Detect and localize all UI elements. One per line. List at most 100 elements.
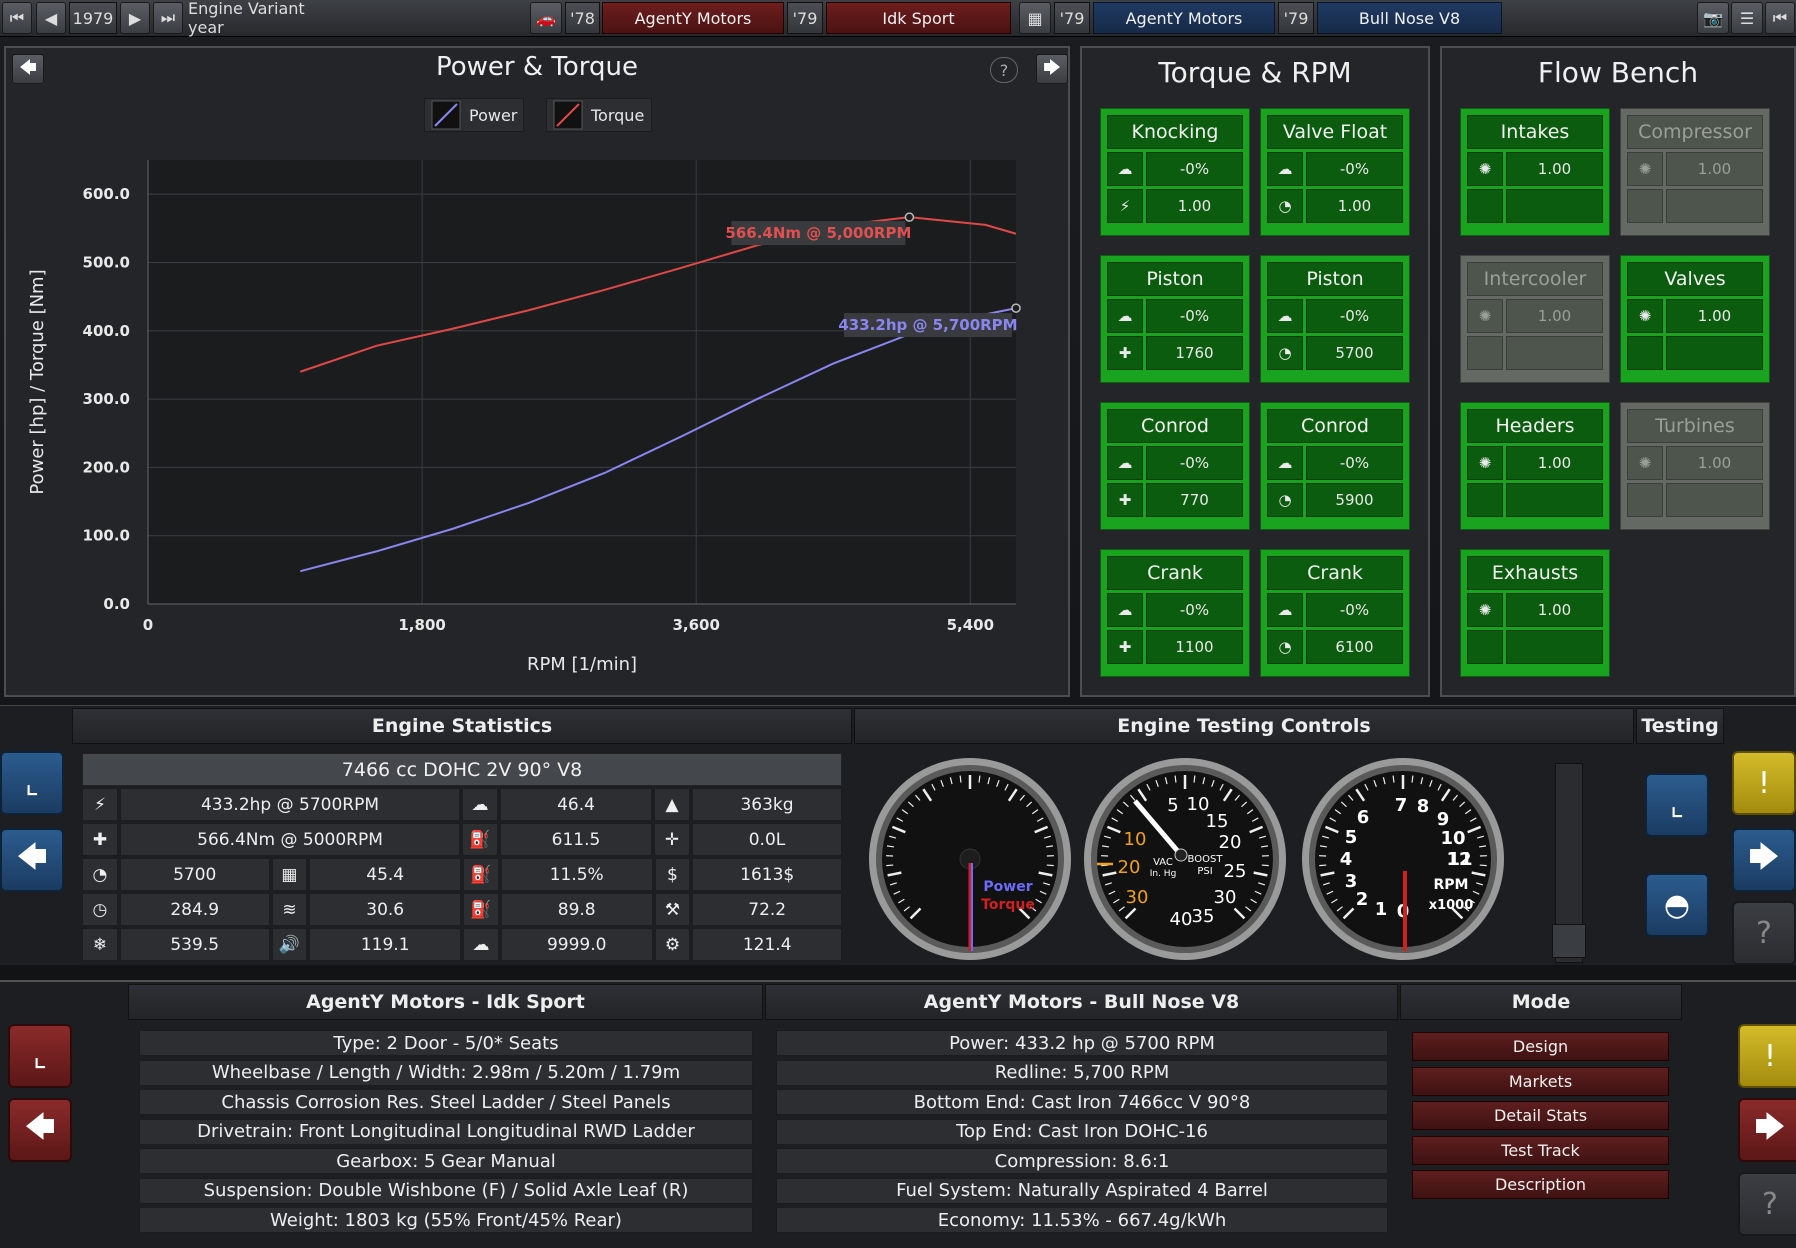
torque-rpm-box[interactable]: Crank ☁ -0% ✚ 1100 bbox=[1100, 549, 1250, 677]
box-value: 6100 bbox=[1306, 630, 1403, 664]
vacuum-tick-label: 10 bbox=[1124, 829, 1147, 850]
graph-test-button[interactable]: ⌞ bbox=[1645, 773, 1709, 837]
flow-bench-title: Flow Bench bbox=[1537, 56, 1699, 89]
torque-rpm-box[interactable]: Piston ☁ -0% ✚ 1760 bbox=[1100, 255, 1250, 383]
car-icon-button[interactable]: 🚗 bbox=[530, 2, 562, 34]
left-arrow-icon: 🡄 bbox=[16, 839, 48, 875]
flow-icon: ✺ bbox=[1467, 152, 1503, 186]
list-icon: ☰ bbox=[1739, 8, 1755, 28]
box-value: 1.00 bbox=[1666, 152, 1763, 186]
flow-bench-box[interactable]: Turbines ✺ 1.00 bbox=[1620, 402, 1770, 530]
flow-bench-box[interactable]: Exhausts ✺ 1.00 bbox=[1460, 549, 1610, 677]
help-button-bottom[interactable]: ? bbox=[1738, 1172, 1796, 1236]
dyno-button[interactable]: ◓ bbox=[1645, 873, 1709, 937]
cold-icon: ❄ bbox=[82, 928, 118, 961]
engine-make-button[interactable]: AgentY Motors bbox=[1093, 2, 1275, 34]
throttle-slider[interactable] bbox=[1552, 763, 1586, 963]
graph-icon: ⌞ bbox=[1669, 787, 1685, 823]
next-year-button[interactable]: ▶ bbox=[120, 2, 150, 34]
rpm-tick-label: 9 bbox=[1437, 809, 1450, 830]
reliability-icon: ☁ bbox=[1107, 446, 1143, 480]
torque-rpm-box[interactable]: Conrod ☁ -0% ◔ 5900 bbox=[1260, 402, 1410, 530]
rpm-tick-label: 4 bbox=[1340, 849, 1353, 870]
stat-icon: ◔ bbox=[1267, 336, 1303, 370]
y-tick-label: 500.0 bbox=[83, 253, 130, 271]
box-title: Valve Float bbox=[1267, 115, 1403, 149]
graph-icon: ⌞ bbox=[24, 765, 40, 801]
y-tick-label: 600.0 bbox=[83, 185, 130, 203]
graph-view-button[interactable]: ⌞ bbox=[0, 751, 64, 815]
car-icon: 🚗 bbox=[536, 8, 556, 28]
box-value: 5900 bbox=[1306, 483, 1403, 517]
box-percent: -0% bbox=[1306, 152, 1403, 186]
engine-icon-button[interactable]: ▦ bbox=[1019, 2, 1051, 34]
empty-cell bbox=[1467, 483, 1503, 517]
power-annotation: 433.2hp @ 5,700RPM bbox=[838, 316, 1017, 334]
flow-bench-box[interactable]: Intercooler ✺ 1.00 bbox=[1460, 255, 1610, 383]
screenshot-button[interactable]: 📷 bbox=[1697, 2, 1729, 34]
mode-button-test-track[interactable]: Test Track bbox=[1412, 1135, 1669, 1165]
size-icon: ✛ bbox=[654, 823, 690, 856]
engine-model-button[interactable]: Bull Nose V8 bbox=[1317, 2, 1502, 34]
flow-bench-box[interactable]: Valves ✺ 1.00 bbox=[1620, 255, 1770, 383]
stat-611: 611.5 bbox=[500, 823, 652, 856]
torque-rpm-box[interactable]: Knocking ☁ -0% ⚡ 1.00 bbox=[1100, 108, 1250, 236]
car-info-line: Type: 2 Door - 5/0* Seats bbox=[139, 1030, 753, 1056]
menu-button[interactable]: ☰ bbox=[1731, 2, 1763, 34]
last-year-button[interactable]: ⏭ bbox=[153, 2, 183, 34]
back-arrow-button[interactable]: 🡄 bbox=[0, 828, 64, 892]
torque-rpm-box[interactable]: Piston ☁ -0% ◔ 5700 bbox=[1260, 255, 1410, 383]
rpm-tick-label: 3 bbox=[1345, 871, 1358, 892]
help-side-button[interactable]: ? bbox=[1732, 901, 1796, 965]
next-arrow-button-bottom[interactable]: 🡆 bbox=[1738, 1098, 1796, 1162]
empty-cell bbox=[1666, 336, 1763, 370]
testing-title: Testing bbox=[1636, 708, 1724, 744]
stat-icon: ◔ bbox=[1267, 189, 1303, 223]
empty-cell bbox=[1506, 630, 1603, 664]
empty-cell bbox=[1467, 189, 1503, 223]
reliability-icon: ☁ bbox=[1107, 593, 1143, 627]
box-value: 1.00 bbox=[1506, 593, 1603, 627]
throttle-handle[interactable] bbox=[1552, 924, 1586, 958]
empty-cell bbox=[1506, 336, 1603, 370]
box-title: Intakes bbox=[1467, 115, 1603, 149]
car-make-button[interactable]: AgentY Motors bbox=[602, 2, 784, 34]
stats-row-2: ✚ 566.4Nm @ 5000RPM ⛽ 611.5 ✛ 0.0L bbox=[82, 823, 842, 856]
double-left-arrow-icon: ⏮ bbox=[9, 8, 25, 27]
left-arrow-icon: ◀ bbox=[44, 8, 58, 28]
y-axis-label: Power [hp] / Torque [Nm] bbox=[27, 269, 48, 494]
graph-view-button-bottom[interactable]: ⌞ bbox=[8, 1024, 72, 1088]
boost-tick-label: 25 bbox=[1224, 861, 1247, 882]
flow-bench-box[interactable]: Headers ✺ 1.00 bbox=[1460, 402, 1610, 530]
reliability-icon: ☁ bbox=[1107, 152, 1143, 186]
engine-year-1: '79 bbox=[1054, 2, 1090, 34]
torque-rpm-box[interactable]: Conrod ☁ -0% ✚ 770 bbox=[1100, 402, 1250, 530]
back-button[interactable]: ⏮ bbox=[1765, 2, 1795, 34]
vacuum-tick-label: 20 bbox=[1118, 857, 1141, 878]
mode-button-design[interactable]: Design bbox=[1412, 1032, 1669, 1061]
mode-button-markets[interactable]: Markets bbox=[1412, 1066, 1669, 1096]
flow-bench-box[interactable]: Intakes ✺ 1.00 bbox=[1460, 108, 1610, 236]
engine-info-line: Power: 433.2 hp @ 5700 RPM bbox=[776, 1030, 1388, 1056]
car-model-button[interactable]: Idk Sport bbox=[826, 2, 1011, 34]
box-title: Exhausts bbox=[1467, 556, 1603, 590]
stat-46: 46.4 bbox=[500, 788, 652, 821]
mode-button-description[interactable]: Description bbox=[1412, 1170, 1669, 1199]
rpm-tick-label: 5 bbox=[1345, 827, 1358, 848]
mode-button-detail-stats[interactable]: Detail Stats bbox=[1412, 1101, 1669, 1130]
empty-cell bbox=[1627, 189, 1663, 223]
y-tick-label: 100.0 bbox=[83, 527, 130, 545]
car-year-2: '79 bbox=[787, 2, 823, 34]
prev-year-button[interactable]: ◀ bbox=[36, 2, 66, 34]
first-year-button[interactable]: ⏮ bbox=[2, 2, 32, 34]
torque-rpm-box[interactable]: Valve Float ☁ -0% ◔ 1.00 bbox=[1260, 108, 1410, 236]
rpm-tick-label: 7 bbox=[1395, 795, 1408, 816]
torque-rpm-box[interactable]: Crank ☁ -0% ◔ 6100 bbox=[1260, 549, 1410, 677]
x-tick-label: 0 bbox=[143, 616, 153, 634]
boost-tick-label: 30 bbox=[1214, 887, 1237, 908]
next-arrow-button[interactable]: 🡆 bbox=[1732, 828, 1796, 892]
flow-bench-box[interactable]: Compressor ✺ 1.00 bbox=[1620, 108, 1770, 236]
back-arrow-button-bottom[interactable]: 🡄 bbox=[8, 1098, 72, 1162]
warning-button-bottom[interactable]: ! bbox=[1738, 1024, 1796, 1088]
warning-button[interactable]: ! bbox=[1732, 751, 1796, 815]
